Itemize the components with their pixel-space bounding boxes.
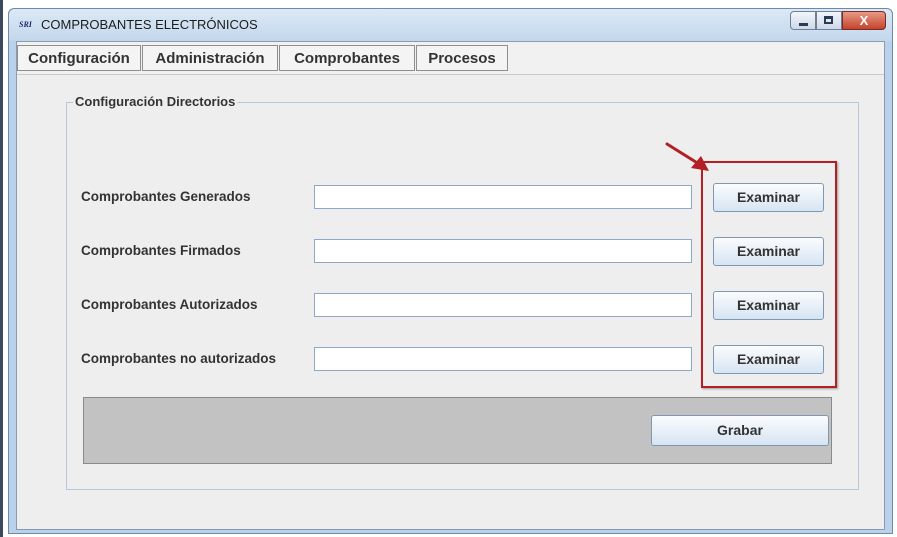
menu-administracion[interactable]: Administración [142, 45, 278, 71]
maximize-icon [824, 16, 833, 24]
window-client-area: Configuración Administración Comprobante… [16, 41, 885, 530]
annotation-arrow-icon [665, 142, 709, 171]
unauthorized-path-input[interactable] [314, 347, 692, 371]
minimize-icon [799, 23, 808, 26]
signed-label: Comprobantes Firmados [81, 243, 241, 258]
generated-path-input[interactable] [314, 185, 692, 209]
menu-configuracion[interactable]: Configuración [17, 45, 141, 71]
save-button[interactable]: Grabar [651, 415, 829, 446]
generated-label: Comprobantes Generados [81, 189, 251, 204]
signed-path-input[interactable] [314, 239, 692, 263]
group-title: Configuración Directorios [73, 94, 238, 109]
desktop-edge [0, 0, 3, 537]
actions-panel: Grabar [83, 397, 832, 464]
unauthorized-label: Comprobantes no autorizados [81, 351, 277, 366]
window-controls: X [790, 11, 886, 31]
minimize-button[interactable] [790, 11, 816, 30]
authorized-path-input[interactable] [314, 293, 692, 317]
window-title: COMPROBANTES ELECTRÓNICOS [41, 17, 258, 32]
authorized-label: Comprobantes Autorizados [81, 297, 258, 312]
menu-procesos[interactable]: Procesos [416, 45, 508, 71]
sri-app-icon: SRI [19, 20, 32, 29]
app-window: SRI COMPROBANTES ELECTRÓNICOS X Configur… [8, 8, 893, 534]
close-icon: X [859, 13, 869, 28]
menu-bar: Configuración Administración Comprobante… [17, 42, 884, 75]
menu-comprobantes[interactable]: Comprobantes [279, 45, 415, 71]
annotation-highlight-box [701, 161, 837, 388]
close-button[interactable]: X [842, 11, 886, 30]
title-bar[interactable]: SRI COMPROBANTES ELECTRÓNICOS X [9, 9, 892, 41]
maximize-button[interactable] [816, 11, 842, 30]
